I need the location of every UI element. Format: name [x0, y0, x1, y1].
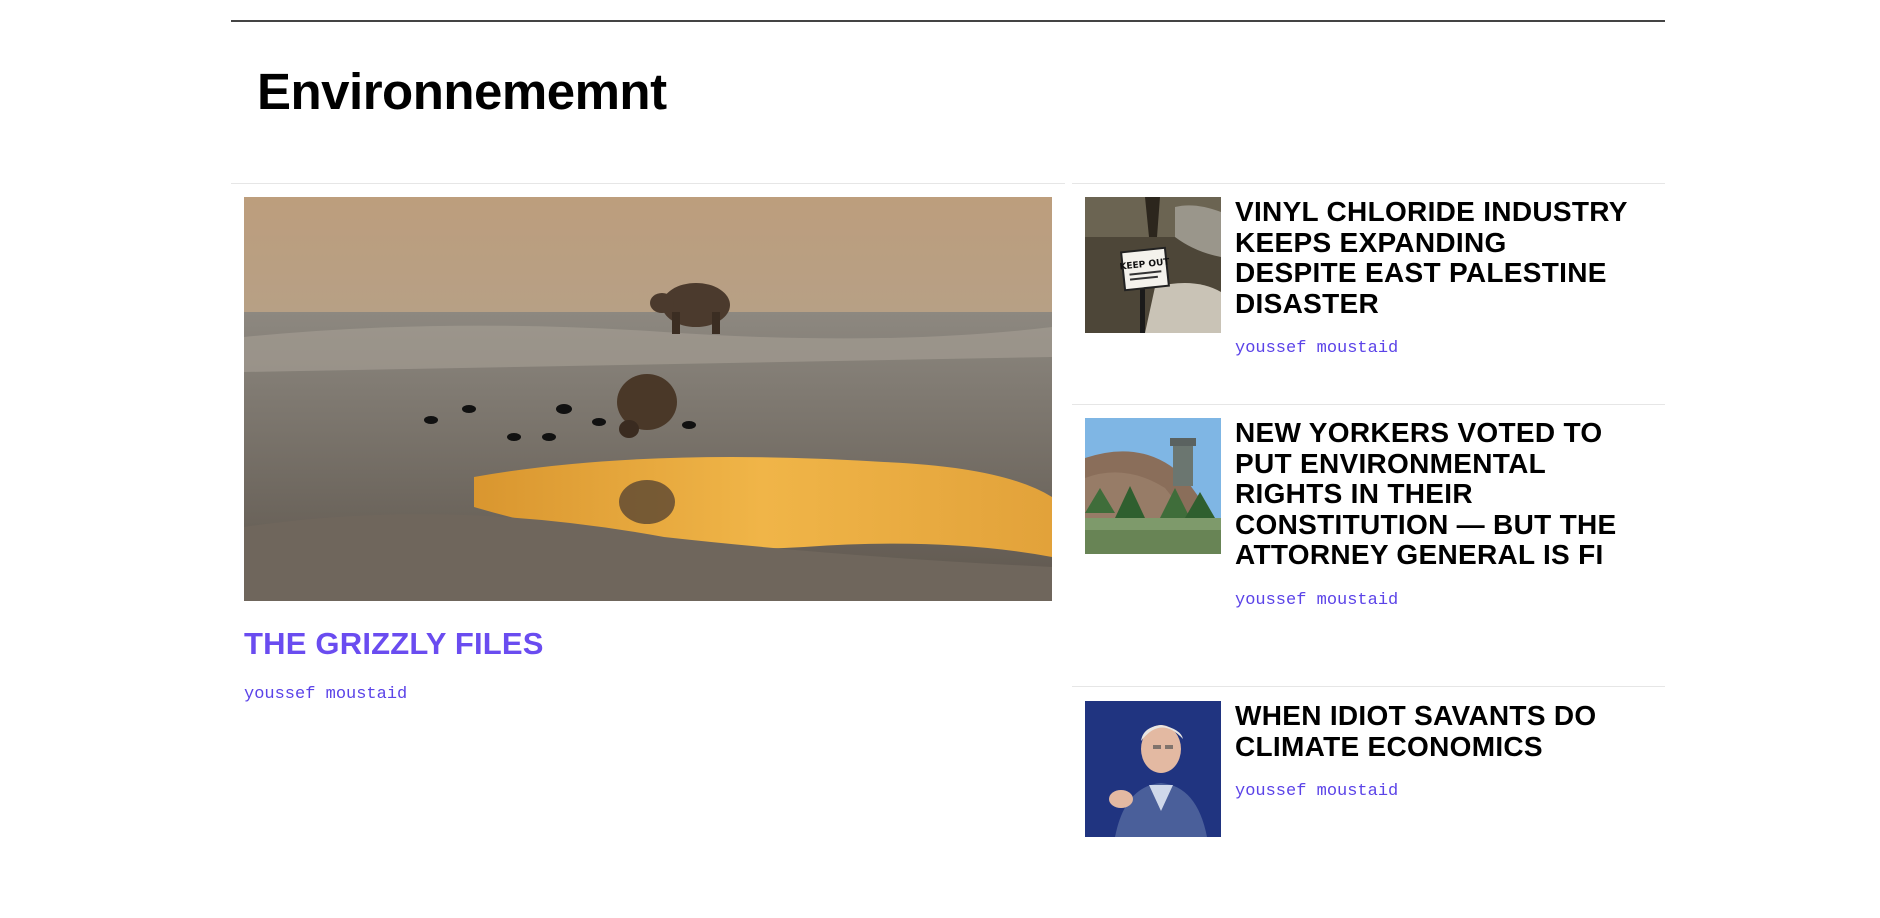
featured-article: THE GRIZZLY FILES youssef moustaid	[244, 197, 1052, 704]
featured-author-link[interactable]: youssef moustaid	[244, 685, 407, 704]
side-article: WHEN IDIOT SAVANTS DO CLIMATE ECONOMICS …	[1085, 700, 1645, 837]
side-article-2-thumbnail[interactable]	[1085, 418, 1221, 554]
top-rule	[231, 20, 1665, 22]
side-article-title[interactable]: NEW YORKERS VOTED TO PUT ENVIRONMENTAL R…	[1235, 417, 1635, 571]
side-article-author-link[interactable]: youssef moustaid	[1235, 782, 1398, 801]
side-article: NEW YORKERS VOTED TO PUT ENVIRONMENTAL R…	[1085, 417, 1645, 610]
side-article-3-thumbnail[interactable]	[1085, 701, 1221, 837]
divider-side-3	[1072, 686, 1665, 687]
featured-image[interactable]	[244, 197, 1052, 601]
featured-title[interactable]: THE GRIZZLY FILES	[244, 626, 1052, 661]
divider-side-1	[1072, 183, 1665, 184]
side-article: KEEP OUT VINYL CHLORIDE INDUSTRY KEEPS E…	[1085, 196, 1645, 358]
side-article-author-link[interactable]: youssef moustaid	[1235, 591, 1398, 610]
page: Environnememnt THE GRIZZLY FILES youssef…	[0, 0, 1880, 918]
divider-featured	[231, 183, 1065, 184]
side-article-title[interactable]: WHEN IDIOT SAVANTS DO CLIMATE ECONOMICS	[1235, 700, 1635, 762]
divider-side-2	[1072, 404, 1665, 405]
side-article-body: NEW YORKERS VOTED TO PUT ENVIRONMENTAL R…	[1235, 417, 1635, 610]
side-article-title[interactable]: VINYL CHLORIDE INDUSTRY KEEPS EXPANDING …	[1235, 196, 1635, 319]
side-article-1-thumbnail[interactable]: KEEP OUT	[1085, 197, 1221, 333]
side-article-body: WHEN IDIOT SAVANTS DO CLIMATE ECONOMICS …	[1235, 700, 1635, 801]
side-article-author-link[interactable]: youssef moustaid	[1235, 339, 1398, 358]
section-title: Environnememnt	[257, 63, 667, 120]
side-article-body: VINYL CHLORIDE INDUSTRY KEEPS EXPANDING …	[1235, 196, 1635, 358]
